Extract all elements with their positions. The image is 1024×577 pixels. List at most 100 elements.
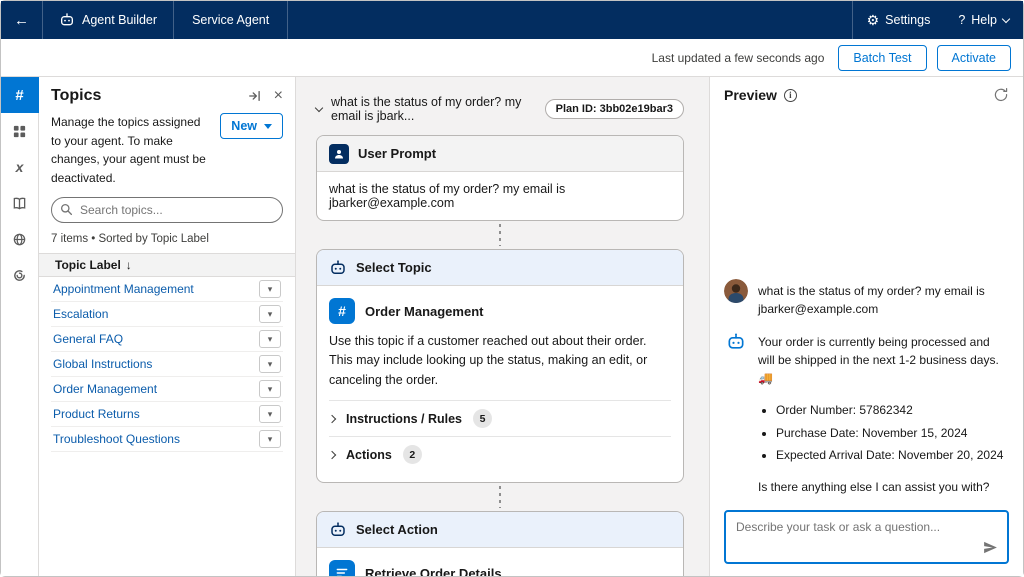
batch-test-button[interactable]: Batch Test: [838, 45, 926, 71]
rail-item-components[interactable]: [1, 113, 39, 149]
agent-bot-icon: [329, 259, 347, 277]
user-prompt-text: what is the status of my order? my email…: [317, 172, 683, 220]
topic-link[interactable]: Order Management: [53, 382, 157, 396]
instructions-expander[interactable]: Instructions / Rules 5: [329, 400, 671, 436]
user-prompt-card: User Prompt what is the status of my ord…: [316, 135, 684, 221]
preview-panel: Preview i what is the status of my order…: [709, 77, 1023, 576]
variable-icon: x: [16, 159, 24, 175]
new-topic-button[interactable]: New: [220, 113, 283, 139]
panel-title: Topics: [51, 87, 101, 105]
plan-header-row: what is the status of my order? my email…: [316, 95, 684, 123]
chevron-down-icon: ▾: [268, 334, 273, 345]
actions-expander[interactable]: Actions 2: [329, 436, 671, 472]
tab-label: Service Agent: [192, 13, 269, 27]
user-prompt-card-header: User Prompt: [317, 136, 683, 172]
user-icon: [329, 144, 349, 164]
agent-bot-icon: [59, 12, 75, 28]
settings-label: Settings: [885, 13, 930, 27]
topic-link[interactable]: Escalation: [53, 307, 108, 321]
select-action-card: Select Action Retrieve Order Details Inp…: [316, 511, 684, 576]
topic-link[interactable]: General FAQ: [53, 332, 123, 346]
back-button[interactable]: ←: [1, 1, 43, 39]
card-title: Select Action: [356, 522, 438, 537]
row-actions-dropdown[interactable]: ▾: [259, 305, 281, 323]
gear-icon: ⚙: [867, 13, 880, 27]
user-avatar: [724, 279, 748, 303]
selected-action-row[interactable]: Retrieve Order Details: [329, 558, 671, 576]
agent-bot-icon: [724, 330, 748, 354]
chat-input[interactable]: [726, 512, 1007, 562]
row-actions-dropdown[interactable]: ▾: [259, 330, 281, 348]
info-icon[interactable]: i: [784, 89, 797, 102]
main-area: # x Topics: [1, 77, 1023, 576]
list-item: Expected Arrival Date: November 20, 2024: [776, 444, 1009, 466]
topic-link[interactable]: Product Returns: [53, 407, 140, 421]
agent-bot-icon: [329, 521, 347, 539]
table-row: Escalation ▾: [51, 302, 283, 327]
connector-line: [499, 224, 501, 246]
send-icon[interactable]: [982, 539, 999, 556]
rail-item-knowledge[interactable]: [1, 185, 39, 221]
chat-message-agent: Your order is currently being processed …: [724, 330, 1009, 387]
topic-description: Use this topic if a customer reached out…: [329, 332, 671, 400]
rail-item-topics[interactable]: #: [1, 77, 39, 113]
topics-table-header[interactable]: Topic Label ↓: [39, 253, 295, 277]
search-icon: [60, 203, 73, 216]
close-panel-icon[interactable]: ×: [274, 88, 283, 104]
card-title: Select Topic: [356, 260, 432, 275]
table-row: Troubleshoot Questions ▾: [51, 427, 283, 452]
pin-panel-icon[interactable]: [248, 89, 262, 103]
row-actions-dropdown[interactable]: ▾: [259, 405, 281, 423]
count-badge: 5: [473, 409, 492, 428]
question-icon: ?: [958, 13, 965, 27]
hash-icon: #: [329, 298, 355, 324]
topics-panel-header: Topics ×: [51, 87, 283, 105]
row-actions-dropdown[interactable]: ▾: [259, 380, 281, 398]
app-title-area: Agent Builder: [43, 1, 174, 39]
globe-icon: [12, 232, 27, 247]
rail-item-variables[interactable]: x: [1, 149, 39, 185]
help-menu[interactable]: ? Help: [944, 1, 1023, 39]
chevron-down-icon: ▾: [268, 434, 273, 445]
row-actions-dropdown[interactable]: ▾: [259, 280, 281, 298]
chevron-down-icon: ▾: [268, 309, 273, 320]
chevron-right-icon: [328, 414, 336, 422]
activate-button[interactable]: Activate: [937, 45, 1011, 71]
list-item: Order Number: 57862342: [776, 399, 1009, 421]
chat-transcript: what is the status of my order? my email…: [724, 279, 1009, 564]
message-text: what is the status of my order? my email…: [758, 279, 1009, 318]
row-actions-dropdown[interactable]: ▾: [259, 355, 281, 373]
topics-description: Manage the topics assigned to your agent…: [51, 113, 210, 187]
app-title: Agent Builder: [82, 13, 157, 27]
topic-link[interactable]: Global Instructions: [53, 357, 152, 371]
action-name: Retrieve Order Details: [365, 566, 502, 576]
rail-item-connections[interactable]: [1, 221, 39, 257]
topic-link[interactable]: Appointment Management: [53, 282, 194, 296]
selected-topic-row[interactable]: # Order Management: [329, 296, 671, 332]
collapse-plan-icon[interactable]: [316, 108, 322, 111]
table-row: Product Returns ▾: [51, 402, 283, 427]
row-actions-dropdown[interactable]: ▾: [259, 430, 281, 448]
topic-name: Order Management: [365, 304, 483, 319]
card-title: User Prompt: [358, 146, 436, 161]
refresh-conversation-icon[interactable]: [993, 87, 1009, 103]
action-icon: [329, 560, 355, 576]
settings-button[interactable]: ⚙ Settings: [852, 1, 945, 39]
expander-label: Instructions / Rules: [346, 412, 462, 426]
chevron-down-icon: ▾: [268, 359, 273, 370]
chevron-down-icon: ▾: [268, 384, 273, 395]
sort-desc-icon: ↓: [126, 258, 132, 272]
select-topic-card: Select Topic # Order Management Use this…: [316, 249, 684, 483]
navbar-right: ⚙ Settings ? Help: [852, 1, 1023, 39]
table-row: Appointment Management ▾: [51, 277, 283, 302]
expander-label: Actions: [346, 448, 392, 462]
count-badge: 2: [403, 445, 422, 464]
top-navbar: ← Agent Builder Service Agent ⚙ Settings…: [1, 1, 1023, 39]
search-input[interactable]: [51, 197, 283, 223]
tab-service-agent[interactable]: Service Agent: [174, 1, 288, 39]
topic-link[interactable]: Troubleshoot Questions: [53, 432, 180, 446]
rail-item-voice[interactable]: [1, 257, 39, 293]
grid-icon: [12, 124, 27, 139]
chat-input-box: [724, 510, 1009, 564]
help-label: Help: [971, 13, 997, 27]
